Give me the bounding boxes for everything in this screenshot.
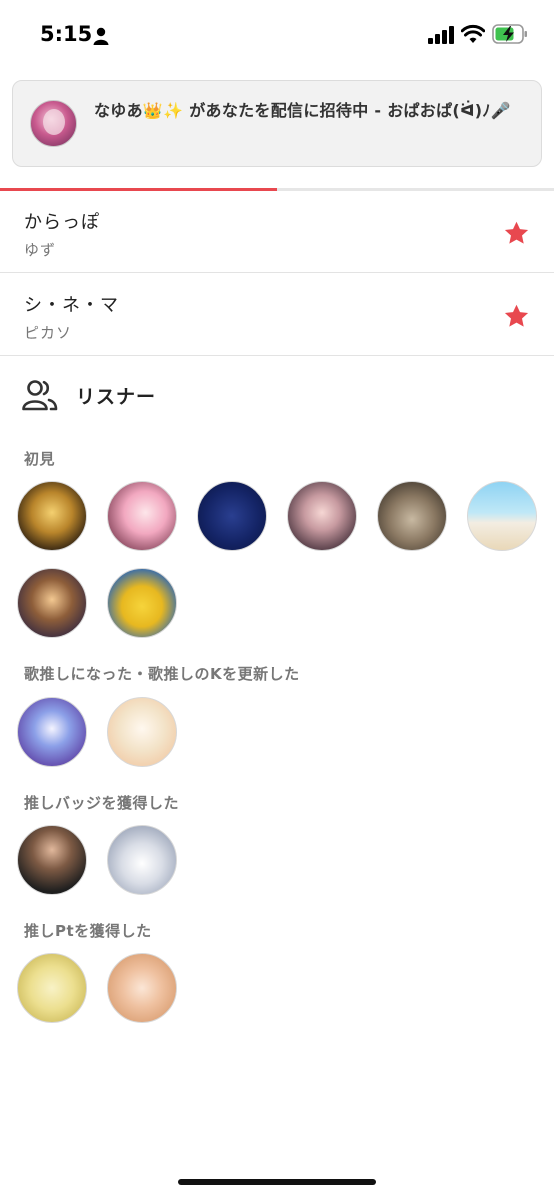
song-title: シ・ネ・マ [24,295,119,316]
home-indicator [178,1179,376,1185]
listeners-header: リスナー [0,357,554,433]
listener-avatar[interactable] [287,481,357,551]
listeners-title: リスナー [76,386,157,408]
listener-avatar[interactable] [17,697,87,767]
stream-invite-banner[interactable]: なゆあ👑✨ があなたを配信に招待中 - おぱおぱ(ᐛ)ﾉ🎤 [12,80,542,167]
song-title: からっぽ [24,212,100,233]
person-icon [93,27,109,45]
inviter-avatar [30,100,77,147]
song-row[interactable]: からっぽ ゆず [0,191,554,273]
people-icon [22,380,58,411]
wifi-icon [461,24,485,43]
listener-avatar[interactable] [377,481,447,551]
invite-message: なゆあ👑✨ があなたを配信に招待中 - おぱおぱ(ᐛ)ﾉ🎤 [94,101,511,120]
listener-avatar[interactable] [107,568,177,638]
section-label-oshi-badge: 推しバッジを獲得した [24,794,180,812]
song-artist: ゆず [24,241,57,259]
listener-avatar[interactable] [107,825,177,895]
section-label-first-time: 初見 [24,450,56,468]
listener-avatar[interactable] [467,481,537,551]
battery-charging-icon [492,24,527,44]
listener-avatar[interactable] [107,481,177,551]
listener-avatar[interactable] [17,953,87,1023]
listener-avatar[interactable] [107,953,177,1023]
status-time: 5:15 [40,22,93,46]
song-artist: ピカソ [24,324,73,342]
listener-avatar[interactable] [17,568,87,638]
listener-avatar[interactable] [17,825,87,895]
status-bar: 5:15 [0,0,554,70]
listener-avatar[interactable] [197,481,267,551]
star-icon[interactable] [503,303,530,330]
section-label-song-oshi: 歌推しになった・歌推しのKを更新した [24,665,300,683]
star-icon[interactable] [503,220,530,247]
song-row[interactable]: シ・ネ・マ ピカソ [0,274,554,356]
listener-avatar[interactable] [17,481,87,551]
signal-icon [428,26,454,44]
listener-avatar[interactable] [107,697,177,767]
section-label-oshi-pt: 推しPtを獲得した [24,922,152,940]
